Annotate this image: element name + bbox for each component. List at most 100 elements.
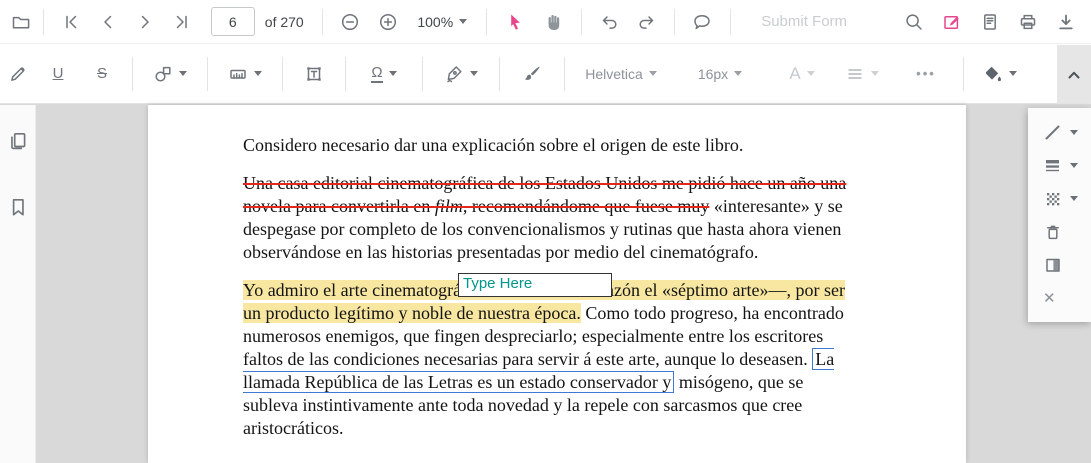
printer-icon — [1020, 14, 1036, 29]
chevron-right-icon — [141, 15, 149, 28]
redo-button[interactable] — [628, 4, 666, 40]
bookmarks-panel-button[interactable] — [7, 189, 29, 225]
document-page: Considero necesario dar una explicación … — [148, 105, 966, 463]
signature-dropdown-button[interactable] — [431, 56, 491, 92]
close-popup-button[interactable]: ✕ — [1028, 281, 1091, 314]
undo-button[interactable] — [590, 4, 628, 40]
strikeout-button[interactable]: S — [80, 56, 124, 92]
zoom-in-button[interactable] — [369, 4, 407, 40]
free-text-annotation[interactable]: Type Here — [458, 273, 612, 297]
chevron-down-icon — [1009, 71, 1017, 76]
annotate-toolbar: U S Ω Helvetica 16px A ••• — [0, 44, 1091, 104]
chevron-left-icon — [104, 15, 112, 28]
paragraph-1: Considero necesario dar una explicación … — [243, 134, 861, 157]
divider — [673, 8, 675, 35]
cursor-icon — [510, 14, 520, 30]
pan-tool-button[interactable] — [535, 4, 573, 40]
strikeout-icon: S — [96, 65, 107, 82]
font-family-label: Helvetica — [585, 65, 643, 82]
divider — [963, 56, 964, 91]
last-page-icon — [176, 15, 187, 28]
submit-form-button[interactable]: Submit Form — [739, 13, 869, 30]
divider — [207, 56, 208, 91]
divider — [422, 56, 423, 91]
shapes-icon — [155, 66, 171, 82]
notes-panel-button[interactable] — [971, 4, 1009, 40]
font-size-label: 16px — [697, 65, 729, 82]
prev-page-button[interactable] — [89, 4, 126, 40]
chevron-down-icon — [388, 71, 397, 76]
page-number-input[interactable] — [210, 7, 255, 36]
chevron-down-icon — [1070, 196, 1078, 201]
print-button[interactable] — [1009, 4, 1047, 40]
document-text-run-italic: film — [434, 196, 463, 216]
alignment-dropdown[interactable] — [835, 56, 889, 92]
chevron-down-icon — [179, 71, 187, 76]
chevron-down-icon — [470, 71, 478, 76]
hand-icon — [548, 14, 559, 30]
signature-pen-icon — [447, 65, 462, 82]
measure-dropdown-button[interactable] — [216, 56, 274, 92]
line-icon — [1045, 125, 1060, 139]
opacity-dropdown[interactable] — [1028, 182, 1091, 215]
top-toolbar: of 270 100% Submit Form — [0, 0, 1091, 44]
divider — [282, 56, 283, 91]
menu-folder-button[interactable] — [6, 4, 35, 40]
last-page-button[interactable] — [164, 4, 201, 40]
edit-annotations-button[interactable] — [933, 4, 971, 40]
font-size-dropdown[interactable]: 16px — [683, 56, 757, 92]
annotation-style-popup: ✕ — [1028, 108, 1091, 322]
divider — [730, 8, 732, 35]
redo-icon — [638, 15, 653, 29]
left-sidebar — [0, 105, 36, 463]
paragraph-2: Una casa editorial cinematográfica de lo… — [243, 172, 861, 264]
download-icon — [1059, 14, 1073, 29]
shapes-dropdown-button[interactable] — [141, 56, 199, 92]
zoom-out-button[interactable] — [331, 4, 369, 40]
stroke-style-dropdown[interactable] — [1028, 116, 1091, 149]
edit-pencil-icon — [944, 15, 959, 29]
pages-icon — [10, 133, 25, 150]
zoom-level-dropdown[interactable]: 100% — [415, 4, 470, 40]
align-lines-icon — [848, 68, 862, 79]
select-tool-button[interactable] — [495, 4, 535, 40]
zoom-out-icon — [341, 13, 358, 30]
freehand-highlight-button[interactable] — [0, 56, 36, 92]
next-page-button[interactable] — [127, 4, 164, 40]
chevron-down-icon — [254, 71, 262, 76]
first-page-button[interactable] — [52, 4, 89, 40]
pdf-viewer-app: of 270 100% Submit Form — [0, 0, 1091, 463]
stroke-thickness-dropdown[interactable] — [1028, 149, 1091, 182]
chevron-down-icon — [1070, 163, 1078, 168]
divider — [132, 56, 133, 91]
freehand-brush-button[interactable] — [508, 56, 556, 92]
comment-button[interactable] — [683, 4, 723, 40]
free-text-button[interactable] — [291, 56, 337, 92]
text-color-button[interactable]: A — [779, 56, 825, 92]
ruler-icon — [230, 69, 246, 79]
thumbnails-panel-button[interactable] — [7, 123, 29, 159]
search-button[interactable] — [895, 4, 933, 40]
more-options-button[interactable]: ••• — [903, 56, 949, 92]
zoom-level-label: 100% — [417, 13, 454, 30]
first-page-icon — [66, 15, 77, 28]
document-text-run: Considero necesario dar una explicación … — [243, 135, 744, 155]
bookmark-icon — [12, 199, 24, 216]
underline-button[interactable]: U — [36, 56, 80, 92]
undo-icon — [602, 15, 617, 29]
paint-bucket-icon — [986, 66, 1001, 81]
stamp-dropdown-button[interactable]: Ω — [354, 56, 414, 92]
download-button[interactable] — [1047, 4, 1085, 40]
divider — [499, 56, 500, 91]
stamp-icon: Ω — [371, 63, 383, 83]
fill-style-button[interactable] — [1028, 248, 1091, 281]
divider — [580, 8, 582, 35]
chevron-down-icon — [459, 19, 468, 24]
collapse-toolbar-button[interactable] — [1057, 45, 1091, 104]
font-family-dropdown[interactable]: Helvetica — [573, 56, 669, 92]
divider — [345, 56, 346, 91]
comment-bubble-icon — [694, 14, 711, 29]
chevron-down-icon — [871, 71, 879, 76]
delete-annotation-button[interactable] — [1028, 215, 1091, 248]
fill-color-dropdown[interactable] — [972, 56, 1028, 92]
